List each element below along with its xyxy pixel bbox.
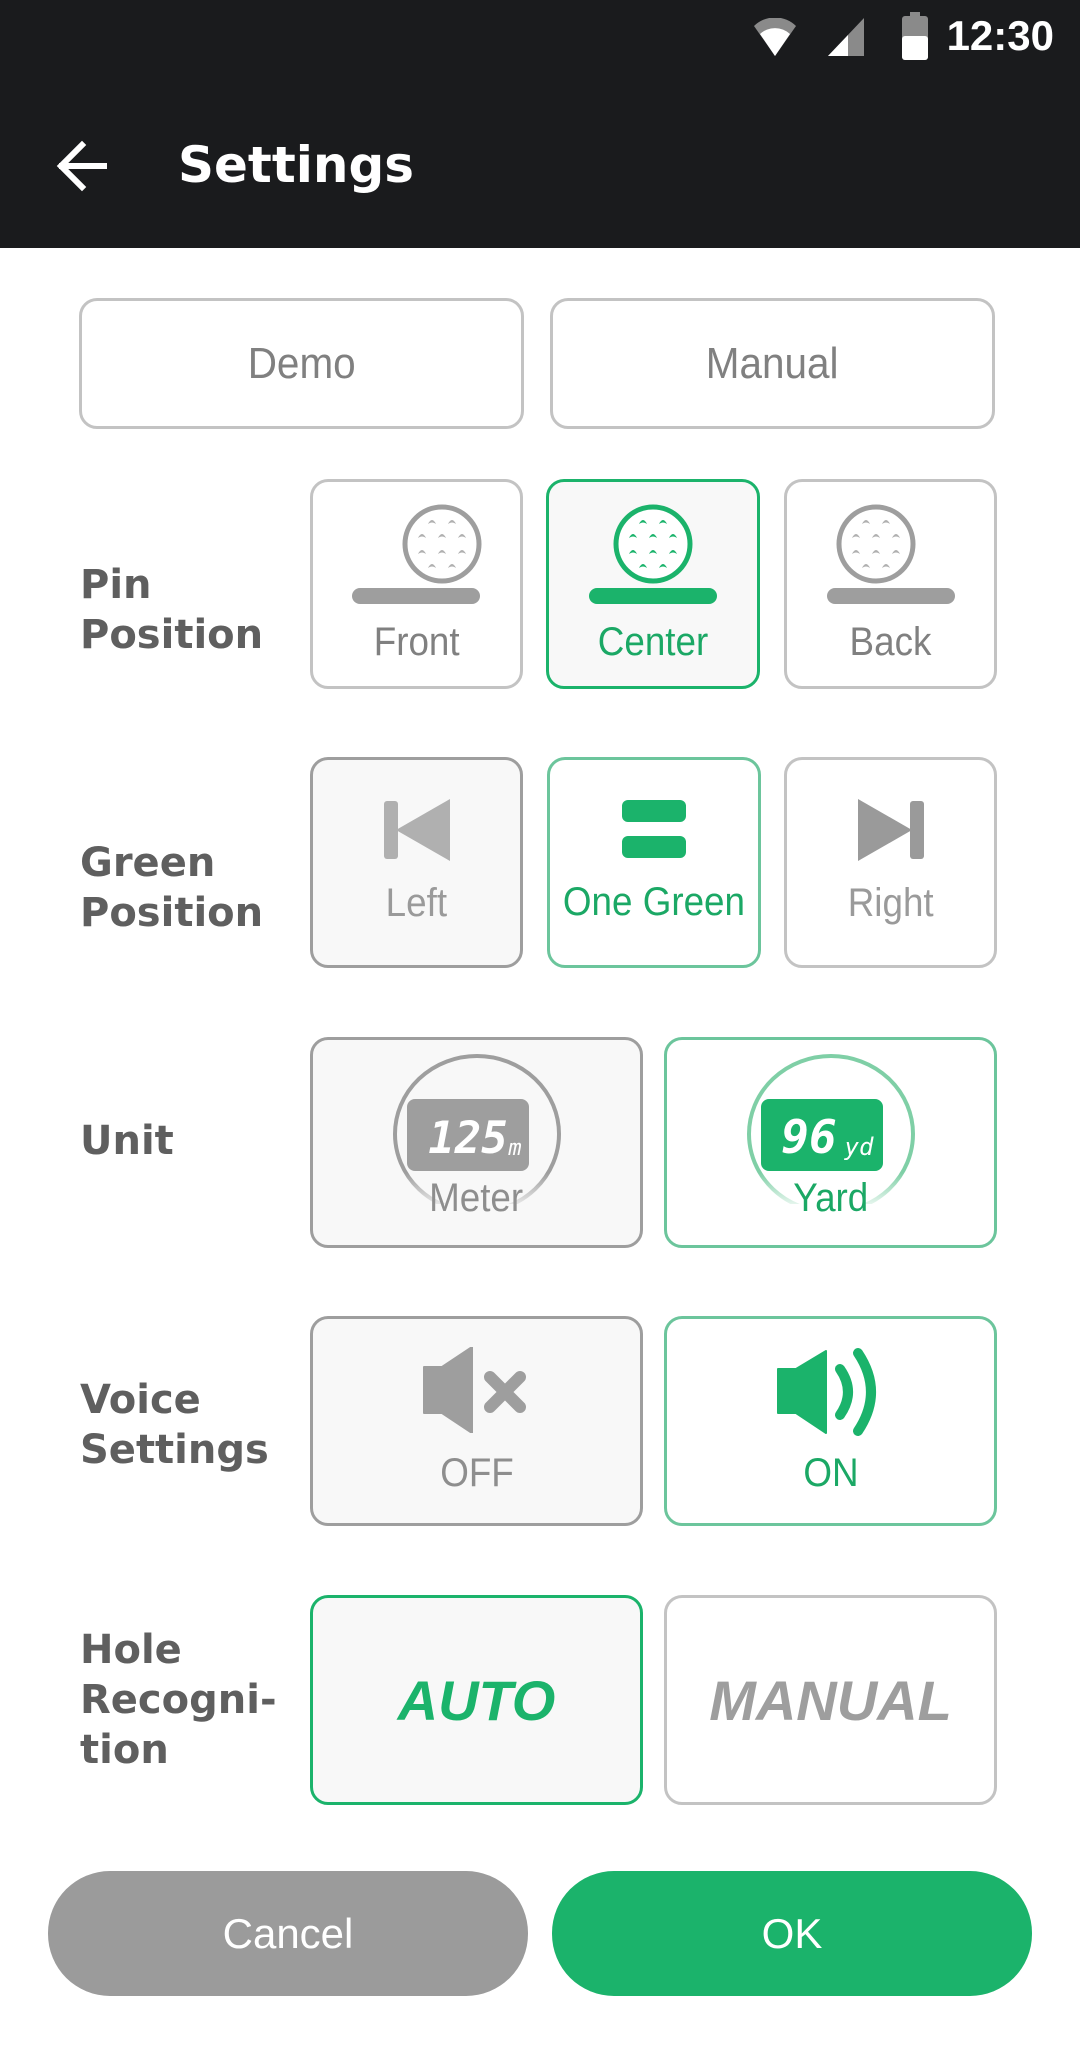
label-line: Hole: [80, 1627, 182, 1673]
golf-ball-icon: [351, 504, 481, 604]
manual-mode-button[interactable]: Manual: [550, 298, 995, 429]
voice-on-button[interactable]: ON: [664, 1316, 997, 1526]
green-left-button[interactable]: Left: [310, 757, 523, 968]
green-one-button[interactable]: One Green: [547, 757, 761, 968]
hole-recognition-label: Hole Recogni- tion: [80, 1625, 277, 1775]
voice-off-button[interactable]: OFF: [310, 1316, 643, 1526]
green-left-label: Left: [385, 881, 448, 925]
golf-ball-icon: [826, 504, 955, 604]
skip-previous-icon: [383, 799, 450, 861]
unit-yard-label: Yard: [792, 1176, 869, 1220]
speaker-mute-icon: [422, 1346, 526, 1433]
status-time: 12:30: [946, 12, 1054, 59]
label-line: Settings: [80, 1427, 269, 1473]
pin-back-label: Back: [849, 619, 932, 664]
meter-display-suffix: m: [507, 1136, 521, 1161]
arrow-left-icon[interactable]: [52, 136, 112, 196]
page-title: Settings: [178, 136, 415, 194]
meter-display-value: 125: [428, 1113, 507, 1164]
skip-next-icon: [857, 799, 924, 861]
label-line: Position: [80, 612, 264, 658]
label-line: Pin: [80, 562, 152, 608]
unit-yard-button[interactable]: 96 yd Yard: [664, 1037, 997, 1248]
pin-position-label: Pin Position: [80, 560, 263, 660]
yard-display-value: 96: [781, 1110, 836, 1164]
unit-label: Unit: [80, 1118, 174, 1164]
hole-auto-button[interactable]: AUTO: [310, 1595, 643, 1805]
status-bar: 12:30: [0, 0, 1080, 86]
voice-on-label: ON: [802, 1450, 859, 1495]
voice-off-label: OFF: [439, 1450, 514, 1495]
green-one-label: One Green: [562, 880, 746, 924]
hole-manual-label: MANUAL: [709, 1668, 952, 1732]
voice-settings-label: Voice Settings: [80, 1375, 269, 1475]
golf-ball-icon: [589, 504, 717, 604]
yard-display-suffix: yd: [843, 1133, 873, 1161]
cancel-button[interactable]: Cancel: [48, 1871, 528, 1996]
green-right-label: Right: [847, 881, 934, 925]
hole-auto-label: AUTO: [397, 1668, 556, 1732]
label-line: Green: [80, 840, 216, 886]
wifi-icon: [754, 18, 796, 56]
ok-label: OK: [761, 1909, 823, 1957]
green-position-label: Green Position: [80, 838, 263, 938]
cancel-label: Cancel: [222, 1909, 354, 1957]
battery-icon: [902, 12, 928, 60]
label-line: Position: [80, 890, 264, 936]
pin-front-label: Front: [373, 619, 460, 664]
ok-button[interactable]: OK: [552, 1871, 1032, 1996]
green-right-button[interactable]: Right: [784, 757, 997, 968]
pin-front-button[interactable]: Front: [310, 479, 523, 689]
equals-icon: [622, 800, 686, 858]
demo-label: Demo: [247, 338, 356, 388]
pin-center-label: Center: [597, 619, 709, 664]
manual-mode-label: Manual: [706, 338, 839, 388]
cellular-signal-icon: [828, 18, 864, 56]
demo-button[interactable]: Demo: [79, 298, 524, 429]
pin-center-button[interactable]: Center: [546, 479, 760, 689]
speaker-on-icon: [776, 1347, 876, 1436]
pin-back-button[interactable]: Back: [784, 479, 997, 689]
label-line: Voice: [80, 1377, 201, 1423]
app-bar: Settings: [0, 86, 1080, 248]
label-line: tion: [80, 1727, 169, 1773]
unit-meter-button[interactable]: 125 m Meter: [310, 1037, 643, 1248]
unit-meter-label: Meter: [429, 1176, 524, 1220]
label-line: Recogni-: [80, 1677, 277, 1723]
hole-manual-button[interactable]: MANUAL: [664, 1595, 997, 1805]
